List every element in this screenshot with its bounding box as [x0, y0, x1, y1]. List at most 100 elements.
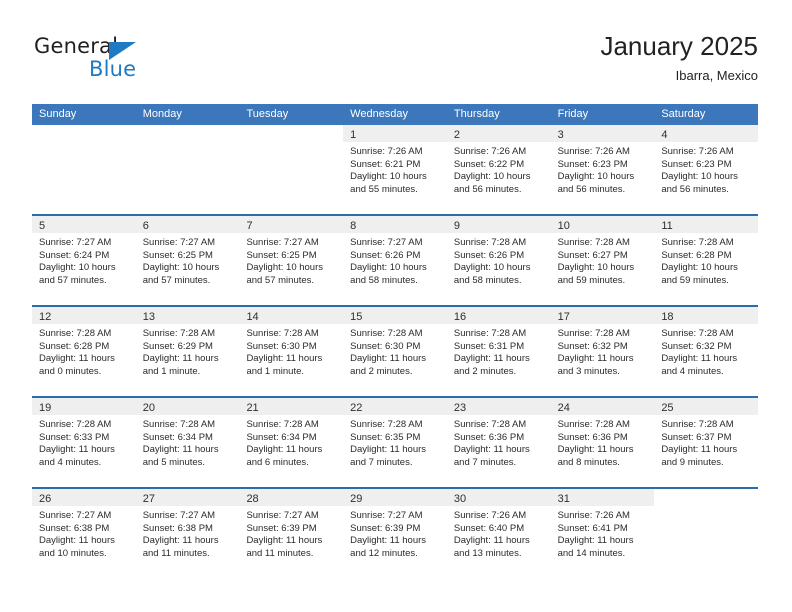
calendar-day-cell[interactable]: 1 Sunrise: 7:26 AM Sunset: 6:21 PM Daylight… — [343, 125, 447, 214]
calendar-day-cell[interactable]: 23 Sunrise: 7:28 AM Sunset: 6:36 PM Dayligh… — [446, 398, 551, 487]
daylight-duration-line2: and 4 minutes. — [661, 365, 724, 377]
day-number: 15 — [350, 311, 363, 323]
day-details: Sunrise: 7:26 AM Sunset: 6:23 PM Daylight:… — [551, 142, 655, 196]
sunrise-time: Sunrise: 7:28 AM — [557, 328, 630, 339]
sunset-time: Sunset: 6:34 PM — [142, 431, 213, 443]
calendar-day-cell[interactable]: 16 Sunrise: 7:28 AM Sunset: 6:31 PM Dayligh… — [446, 307, 551, 396]
calendar-day-cell[interactable]: 18 Sunrise: 7:28 AM Sunset: 6:32 PM Dayligh… — [654, 307, 759, 396]
calendar-day-cell[interactable]: 11 Sunrise: 7:28 AM Sunset: 6:28 PM Dayligh… — [654, 216, 759, 305]
day-number-strip: 30 — [446, 489, 551, 506]
calendar-day-cell[interactable]: 5 Sunrise: 7:27 AM Sunset: 6:24 PM Daylight… — [32, 216, 136, 305]
calendar-day-cell[interactable]: 13 Sunrise: 7:28 AM Sunset: 6:29 PM Dayligh… — [135, 307, 240, 396]
day-details: Sunrise: 7:27 AM Sunset: 6:38 PM Daylight:… — [32, 506, 136, 560]
calendar-day-cell[interactable]: 4 Sunrise: 7:26 AM Sunset: 6:23 PM Daylight… — [654, 125, 759, 214]
daylight-duration-line1: Daylight: 11 hours — [142, 444, 219, 456]
day-number-strip: 17 — [550, 307, 655, 324]
calendar-week-cells: 19 Sunrise: 7:28 AM Sunset: 6:33 PM Dayligh… — [32, 398, 759, 487]
brand-name-general: General — [34, 34, 119, 58]
sunrise-time: Sunrise: 7:27 AM — [350, 510, 423, 521]
day-number: 12 — [39, 311, 52, 323]
sunset-time: Sunset: 6:25 PM — [246, 249, 317, 261]
calendar-day-cell[interactable]: 6 Sunrise: 7:27 AM Sunset: 6:25 PM Daylight… — [135, 216, 240, 305]
day-number: 20 — [142, 402, 155, 414]
calendar-day-cell[interactable]: 26 Sunrise: 7:27 AM Sunset: 6:38 PM Dayligh… — [32, 489, 136, 578]
daylight-duration-line1: Daylight: 11 hours — [453, 444, 530, 456]
calendar-day-cell[interactable]: 24 Sunrise: 7:28 AM Sunset: 6:36 PM Dayligh… — [550, 398, 655, 487]
calendar-day-cell[interactable]: 27 Sunrise: 7:27 AM Sunset: 6:38 PM Dayligh… — [135, 489, 240, 578]
day-details: Sunrise: 7:28 AM Sunset: 6:34 PM Daylight:… — [136, 415, 240, 469]
calendar-week-row: 19 Sunrise: 7:28 AM Sunset: 6:33 PM Dayligh… — [32, 396, 759, 487]
day-number-strip: 23 — [446, 398, 551, 415]
day-number-strip: 12 — [32, 307, 136, 324]
day-number-strip: 25 — [654, 398, 759, 415]
day-number-strip: 7 — [239, 216, 344, 233]
day-details: Sunrise: 7:27 AM Sunset: 6:39 PM Daylight:… — [343, 506, 447, 560]
day-number-strip: 9 — [446, 216, 551, 233]
day-details: Sunrise: 7:26 AM Sunset: 6:21 PM Daylight:… — [343, 142, 447, 196]
day-number: 25 — [661, 402, 674, 414]
brand-logo[interactable]: General Blue — [34, 34, 254, 84]
sunset-time: Sunset: 6:37 PM — [661, 431, 732, 443]
weekday-header-saturday: Saturday — [661, 108, 706, 120]
calendar-day-cell[interactable]: 28 Sunrise: 7:27 AM Sunset: 6:39 PM Dayligh… — [239, 489, 344, 578]
calendar-day-cell[interactable]: 2 Sunrise: 7:26 AM Sunset: 6:22 PM Daylight… — [446, 125, 551, 214]
calendar-day-cell[interactable]: 19 Sunrise: 7:28 AM Sunset: 6:33 PM Dayligh… — [32, 398, 136, 487]
day-number: 2 — [453, 129, 460, 141]
day-details: Sunrise: 7:28 AM Sunset: 6:30 PM Daylight:… — [343, 324, 447, 378]
day-details: Sunrise: 7:28 AM Sunset: 6:36 PM Daylight:… — [447, 415, 551, 469]
day-number: 27 — [142, 493, 155, 505]
page-title: January 2025 — [600, 31, 758, 61]
day-details: Sunrise: 7:26 AM Sunset: 6:40 PM Daylight:… — [447, 506, 551, 560]
day-number: 14 — [246, 311, 259, 323]
sunset-time: Sunset: 6:40 PM — [453, 522, 525, 534]
calendar-day-cell[interactable]: 22 Sunrise: 7:28 AM Sunset: 6:35 PM Dayligh… — [343, 398, 447, 487]
day-number: 10 — [557, 220, 570, 232]
sunset-time: Sunset: 6:39 PM — [350, 522, 421, 534]
calendar-day-cell[interactable]: 8 Sunrise: 7:27 AM Sunset: 6:26 PM Daylight… — [343, 216, 447, 305]
daylight-duration-line2: and 59 minutes. — [557, 274, 626, 286]
calendar-day-cell[interactable]: 17 Sunrise: 7:28 AM Sunset: 6:32 PM Dayligh… — [550, 307, 655, 396]
day-details: Sunrise: 7:28 AM Sunset: 6:35 PM Daylight:… — [343, 415, 447, 469]
calendar-day-cell[interactable]: 30 Sunrise: 7:26 AM Sunset: 6:40 PM Dayligh… — [446, 489, 551, 578]
calendar-day-cell[interactable]: 3 Sunrise: 7:26 AM Sunset: 6:23 PM Daylight… — [550, 125, 655, 214]
calendar-day-cell[interactable]: 14 Sunrise: 7:28 AM Sunset: 6:30 PM Dayligh… — [239, 307, 344, 396]
day-number-strip: 10 — [550, 216, 655, 233]
calendar-day-cell[interactable]: 25 Sunrise: 7:28 AM Sunset: 6:37 PM Dayligh… — [654, 398, 759, 487]
day-number: 26 — [39, 493, 52, 505]
day-details: Sunrise: 7:27 AM Sunset: 6:24 PM Daylight:… — [32, 233, 136, 287]
calendar-day-cell[interactable]: 10 Sunrise: 7:28 AM Sunset: 6:27 PM Dayligh… — [550, 216, 655, 305]
day-number-strip: 28 — [239, 489, 344, 506]
daylight-duration-line1: Daylight: 10 hours — [661, 262, 738, 274]
calendar-day-cell[interactable]: 20 Sunrise: 7:28 AM Sunset: 6:34 PM Dayligh… — [135, 398, 240, 487]
daylight-duration-line1: Daylight: 11 hours — [142, 353, 219, 365]
calendar-day-cell[interactable]: 21 Sunrise: 7:28 AM Sunset: 6:34 PM Dayligh… — [239, 398, 344, 487]
weekday-header-monday: Monday — [142, 108, 182, 120]
sunset-time: Sunset: 6:38 PM — [39, 522, 110, 534]
calendar-day-cell[interactable]: 15 Sunrise: 7:28 AM Sunset: 6:30 PM Dayligh… — [343, 307, 447, 396]
daylight-duration-line2: and 0 minutes. — [39, 365, 102, 377]
day-details: Sunrise: 7:28 AM Sunset: 6:29 PM Daylight:… — [136, 324, 240, 378]
day-details: Sunrise: 7:28 AM Sunset: 6:27 PM Daylight:… — [551, 233, 655, 287]
day-number: 31 — [557, 493, 570, 505]
day-number: 21 — [246, 402, 259, 414]
daylight-duration-line2: and 3 minutes. — [557, 365, 620, 377]
day-number-strip: 15 — [343, 307, 447, 324]
day-number-strip: 26 — [32, 489, 136, 506]
calendar-day-cell[interactable]: 29 Sunrise: 7:27 AM Sunset: 6:39 PM Dayligh… — [343, 489, 447, 578]
calendar-day-cell[interactable]: 7 Sunrise: 7:27 AM Sunset: 6:25 PM Daylight… — [239, 216, 344, 305]
calendar-page: General Blue January 2025 Ibarra, Mexico… — [0, 0, 792, 612]
calendar-day-cell[interactable]: 12 Sunrise: 7:28 AM Sunset: 6:28 PM Dayligh… — [32, 307, 136, 396]
sunset-time: Sunset: 6:33 PM — [39, 431, 110, 443]
day-number: 4 — [661, 129, 668, 141]
sunrise-time: Sunrise: 7:28 AM — [39, 419, 112, 430]
day-number-strip: 24 — [550, 398, 655, 415]
calendar-cell-empty — [654, 489, 759, 578]
day-number-strip: 27 — [135, 489, 240, 506]
sunset-time: Sunset: 6:39 PM — [246, 522, 317, 534]
sunrise-time: Sunrise: 7:28 AM — [661, 419, 734, 430]
day-number-strip: 21 — [239, 398, 344, 415]
sunrise-time: Sunrise: 7:26 AM — [661, 146, 734, 157]
calendar-day-cell[interactable]: 31 Sunrise: 7:26 AM Sunset: 6:41 PM Dayligh… — [550, 489, 655, 578]
day-number-strip — [32, 125, 136, 142]
calendar-day-cell[interactable]: 9 Sunrise: 7:28 AM Sunset: 6:26 PM Daylight… — [446, 216, 551, 305]
